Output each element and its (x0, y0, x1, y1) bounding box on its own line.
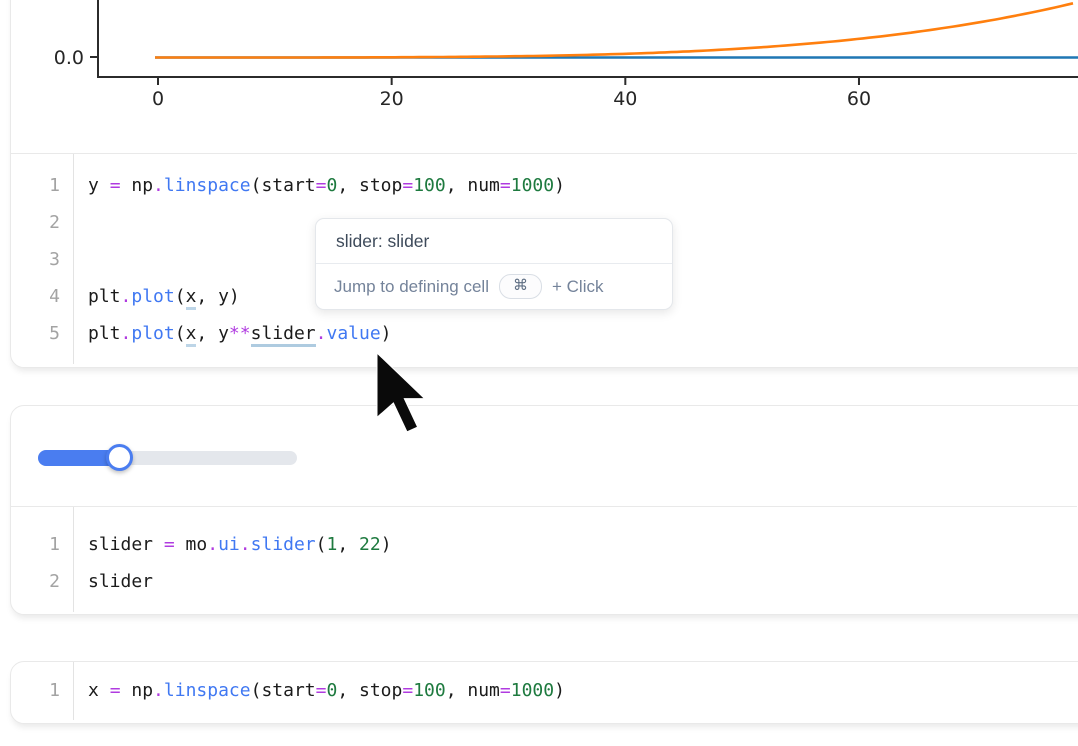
variable-tooltip: slider: slider Jump to defining cell ⌘ +… (315, 218, 673, 310)
line-number: 5 (11, 315, 73, 352)
code-text: plt.plot(x, y**slider.value) (73, 315, 392, 352)
code-editor[interactable]: 1slider = mo.ui.slider(1, 22)2slider (11, 507, 1077, 600)
plot-x-tick-label: 40 (613, 88, 637, 110)
slider-input[interactable] (38, 444, 297, 472)
code-text: x = np.linspace(start=0, stop=100, num=1… (73, 672, 565, 709)
code-text: y = np.linspace(start=0, stop=100, num=1… (73, 167, 565, 204)
line-number: 2 (11, 204, 73, 241)
code-text: slider = mo.ui.slider(1, 22) (73, 526, 392, 563)
slider-handle[interactable] (106, 444, 133, 471)
plot-y-tick-label: 0.0 (54, 47, 84, 69)
line-number: 1 (11, 526, 73, 563)
line-number: 1 (11, 672, 73, 709)
mouse-cursor (368, 349, 438, 444)
code-line[interactable]: 1y = np.linspace(start=0, stop=100, num=… (11, 167, 1077, 204)
code-text: plt.plot(x, y) (73, 278, 240, 315)
tooltip-action-label: Jump to defining cell (334, 277, 489, 297)
plot-x-tick-label: 0 (152, 88, 164, 110)
line-number: 3 (11, 241, 73, 278)
line-number: 1 (11, 167, 73, 204)
code-line[interactable]: 1x = np.linspace(start=0, stop=100, num=… (11, 672, 1077, 709)
line-number: 2 (11, 563, 73, 600)
tooltip-click-suffix: + Click (552, 277, 603, 297)
tooltip-title: slider: slider (316, 219, 672, 263)
line-number: 4 (11, 278, 73, 315)
code-editor[interactable]: 1x = np.linspace(start=0, stop=100, num=… (11, 662, 1077, 709)
code-text (73, 241, 88, 278)
code-text: slider (73, 563, 153, 600)
code-text (73, 204, 88, 241)
code-line[interactable]: 2slider (11, 563, 1077, 600)
matplotlib-output: 0.0 0 20 40 60 (0, 0, 1078, 112)
plot-x-tick-label: 20 (380, 88, 404, 110)
tooltip-hint: Jump to defining cell ⌘ + Click (316, 263, 672, 309)
plot-line-orange (155, 3, 1073, 57)
plot-x-tick-label: 60 (847, 88, 871, 110)
code-line[interactable]: 1slider = mo.ui.slider(1, 22) (11, 526, 1077, 563)
command-key-badge: ⌘ (499, 274, 542, 299)
code-line[interactable]: 5plt.plot(x, y**slider.value) (11, 315, 1077, 352)
